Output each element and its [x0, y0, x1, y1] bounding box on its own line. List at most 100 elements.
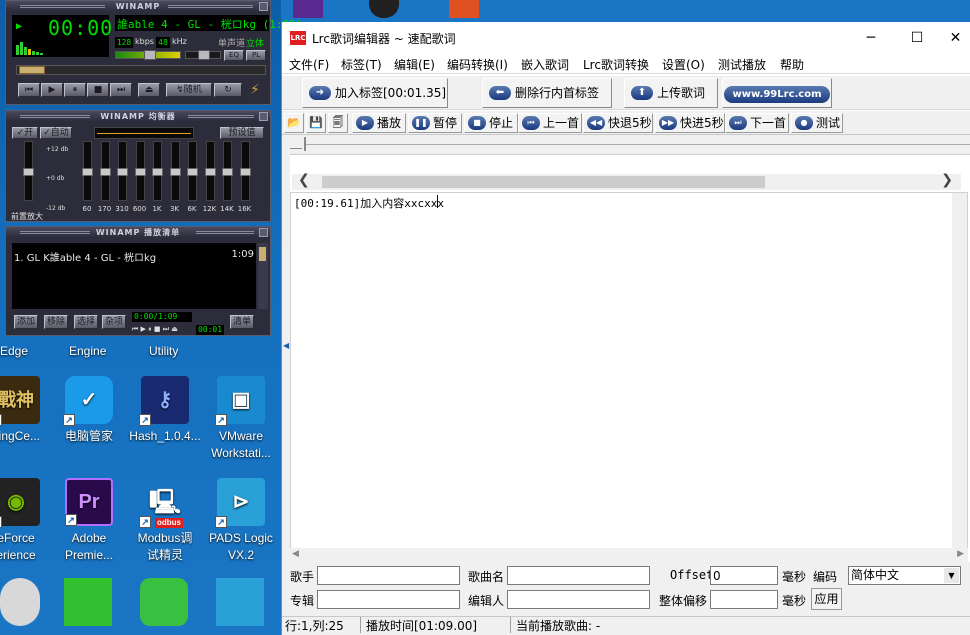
- eq-band-slider-170[interactable]: [99, 141, 111, 201]
- eq-band-slider-16K[interactable]: [239, 141, 251, 201]
- close-icon[interactable]: [259, 228, 268, 237]
- desktop-icon-pc-manager[interactable]: ✓ ↗ 电脑管家: [51, 376, 127, 445]
- spectrum-analyzer[interactable]: [16, 41, 104, 55]
- preamp-slider[interactable]: [23, 141, 34, 201]
- scroll-right-icon[interactable]: ❯: [941, 172, 953, 188]
- balance-slider[interactable]: [185, 50, 221, 60]
- seek-bar[interactable]: [16, 65, 266, 75]
- scroll-left-icon[interactable]: ❮: [298, 172, 310, 188]
- winamp-title-bar[interactable]: WINAMP: [6, 1, 270, 12]
- desktop-icon-partial-2[interactable]: [64, 578, 112, 626]
- menu-help[interactable]: 帮助: [780, 56, 804, 73]
- menu-edit[interactable]: 编辑(E): [394, 56, 435, 73]
- vertical-scrollbar[interactable]: [952, 193, 967, 561]
- background-app-icon-2[interactable]: [369, 0, 399, 18]
- add-tag-button[interactable]: ➜ 加入标签[00:01.35]: [302, 78, 448, 108]
- scroll-thumb[interactable]: [322, 176, 765, 188]
- winamp-time-display[interactable]: ▶ 00:00: [12, 15, 112, 57]
- stop-button[interactable]: ■ 停止: [464, 113, 518, 133]
- desktop-icon-partial-1[interactable]: [0, 578, 40, 626]
- desktop-icon-partial-3[interactable]: [140, 578, 188, 626]
- winamp-logo-icon[interactable]: ⚡: [250, 82, 260, 98]
- encoding-select[interactable]: 简体中文 ▼: [848, 566, 961, 585]
- lyrics-text[interactable]: [00:19.61]加入内容xxcxxx: [294, 195, 444, 211]
- playlist-select-button[interactable]: 选择: [74, 315, 98, 329]
- playlist-list-button[interactable]: 清单: [230, 315, 254, 329]
- playlist-area[interactable]: 1. GL K誰able 4 - GL - 桄ロkg 1:09: [12, 243, 256, 309]
- mini-controls[interactable]: ⏮ ▶ ⏸ ■ ⏭ ⏏: [132, 325, 178, 334]
- singer-input[interactable]: [317, 566, 460, 585]
- progress-marker[interactable]: [288, 139, 302, 149]
- eq-band-knob[interactable]: [204, 168, 216, 176]
- desktop-icon-vmware[interactable]: ▣ ↗ VMware Workstati...: [203, 376, 279, 462]
- repeat-button[interactable]: ↻: [214, 83, 242, 97]
- desktop-icon-gaming-center[interactable]: 戰神↗ ningCe...: [0, 376, 54, 445]
- save-as-icon[interactable]: 🗐: [328, 113, 348, 133]
- eq-band-slider-60[interactable]: [82, 141, 93, 201]
- close-button[interactable]: ✕: [940, 22, 970, 54]
- chevron-down-icon[interactable]: ▼: [944, 568, 959, 583]
- seek-knob[interactable]: [19, 66, 45, 74]
- offset-input[interactable]: [710, 566, 778, 585]
- eq-band-slider-6K[interactable]: [187, 141, 198, 201]
- eq-band-knob[interactable]: [99, 168, 111, 176]
- song-name-input[interactable]: [507, 566, 650, 585]
- eq-band-knob[interactable]: [134, 168, 146, 176]
- lyrics-editor[interactable]: [00:19.61]加入内容xxcxxx: [290, 192, 968, 562]
- playlist-scrollbar[interactable]: [258, 243, 268, 309]
- upload-lyrics-button[interactable]: ⬆ 上传歌词: [624, 78, 718, 108]
- stop-button[interactable]: ■: [87, 83, 109, 97]
- delete-tag-button[interactable]: ⬅ 删除行内首标签: [482, 78, 612, 108]
- playback-progress[interactable]: [282, 135, 970, 155]
- desktop-icon-geforce[interactable]: ◉↗ eForce erience: [0, 478, 54, 564]
- menu-encoding[interactable]: 编码转换(I): [447, 56, 508, 73]
- menu-lrc-convert[interactable]: Lrc歌词转换: [583, 56, 649, 73]
- play-button[interactable]: ▶ 播放: [352, 113, 406, 133]
- eject-button[interactable]: ⏏: [138, 83, 160, 97]
- eq-band-slider-3K[interactable]: [169, 141, 181, 201]
- eq-auto-button[interactable]: ✓自动: [40, 127, 72, 139]
- overall-shift-input[interactable]: [710, 590, 778, 609]
- song-marquee[interactable]: 誰able 4 - GL - 桄ロkg (1:09): [115, 15, 302, 31]
- desktop-icon-hash[interactable]: ⚷ ↗ Hash_1.0.4...: [127, 376, 203, 445]
- close-icon[interactable]: [259, 2, 268, 11]
- desktop-icon-engine-label[interactable]: Engine: [69, 344, 106, 358]
- rewind-5s-button[interactable]: ◀◀ 快退5秒: [583, 113, 653, 133]
- editor-input[interactable]: [507, 590, 650, 609]
- left-splitter[interactable]: ◀: [282, 135, 290, 565]
- eq-band-knob[interactable]: [82, 168, 93, 176]
- maximize-button[interactable]: ☐: [894, 22, 940, 54]
- eq-toggle-button[interactable]: EQ: [224, 50, 244, 61]
- eq-band-knob[interactable]: [222, 168, 233, 176]
- menu-embed[interactable]: 嵌入歌词: [521, 56, 569, 73]
- scroll-right-icon[interactable]: ▶: [957, 549, 964, 559]
- close-icon[interactable]: [259, 112, 268, 121]
- volume-slider[interactable]: [115, 50, 181, 60]
- eq-band-slider-1K[interactable]: [152, 141, 163, 201]
- previous-button[interactable]: ⏮: [18, 83, 40, 97]
- playlist-misc-button[interactable]: 杂项: [102, 315, 126, 329]
- test-button[interactable]: ● 测试: [791, 113, 843, 133]
- desktop-icon-utility-label[interactable]: Utility: [149, 344, 178, 358]
- website-button[interactable]: www.99Lrc.com: [722, 78, 832, 108]
- desktop-icon-premiere[interactable]: Pr ↗ Adobe Premie...: [51, 478, 127, 564]
- pl-toggle-button[interactable]: PL: [246, 50, 266, 61]
- background-app-icon-3[interactable]: [449, 0, 479, 18]
- eq-band-knob[interactable]: [117, 168, 128, 176]
- menu-file[interactable]: 文件(F): [289, 56, 329, 73]
- eq-on-button[interactable]: ✓开: [12, 127, 38, 139]
- pause-button[interactable]: ⏸: [64, 83, 86, 97]
- desktop-icon-partial-4[interactable]: [216, 578, 264, 626]
- shuffle-button[interactable]: ↯随机: [166, 83, 212, 97]
- playlist-item[interactable]: 1. GL K誰able 4 - GL - 桄ロkg: [14, 249, 156, 264]
- forward-5s-button[interactable]: ▶▶ 快进5秒: [655, 113, 725, 133]
- eq-band-slider-14K[interactable]: [222, 141, 233, 201]
- save-icon[interactable]: 💾: [306, 113, 326, 133]
- minimize-button[interactable]: ─: [848, 22, 894, 54]
- previous-track-button[interactable]: ⏮ 上一首: [518, 113, 582, 133]
- editor-bottom-scrollbar[interactable]: ◀ ▶: [290, 548, 968, 562]
- balance-knob[interactable]: [198, 50, 210, 60]
- eq-band-knob[interactable]: [239, 168, 251, 176]
- eq-band-knob[interactable]: [187, 168, 198, 176]
- play-button[interactable]: ▶: [41, 83, 63, 97]
